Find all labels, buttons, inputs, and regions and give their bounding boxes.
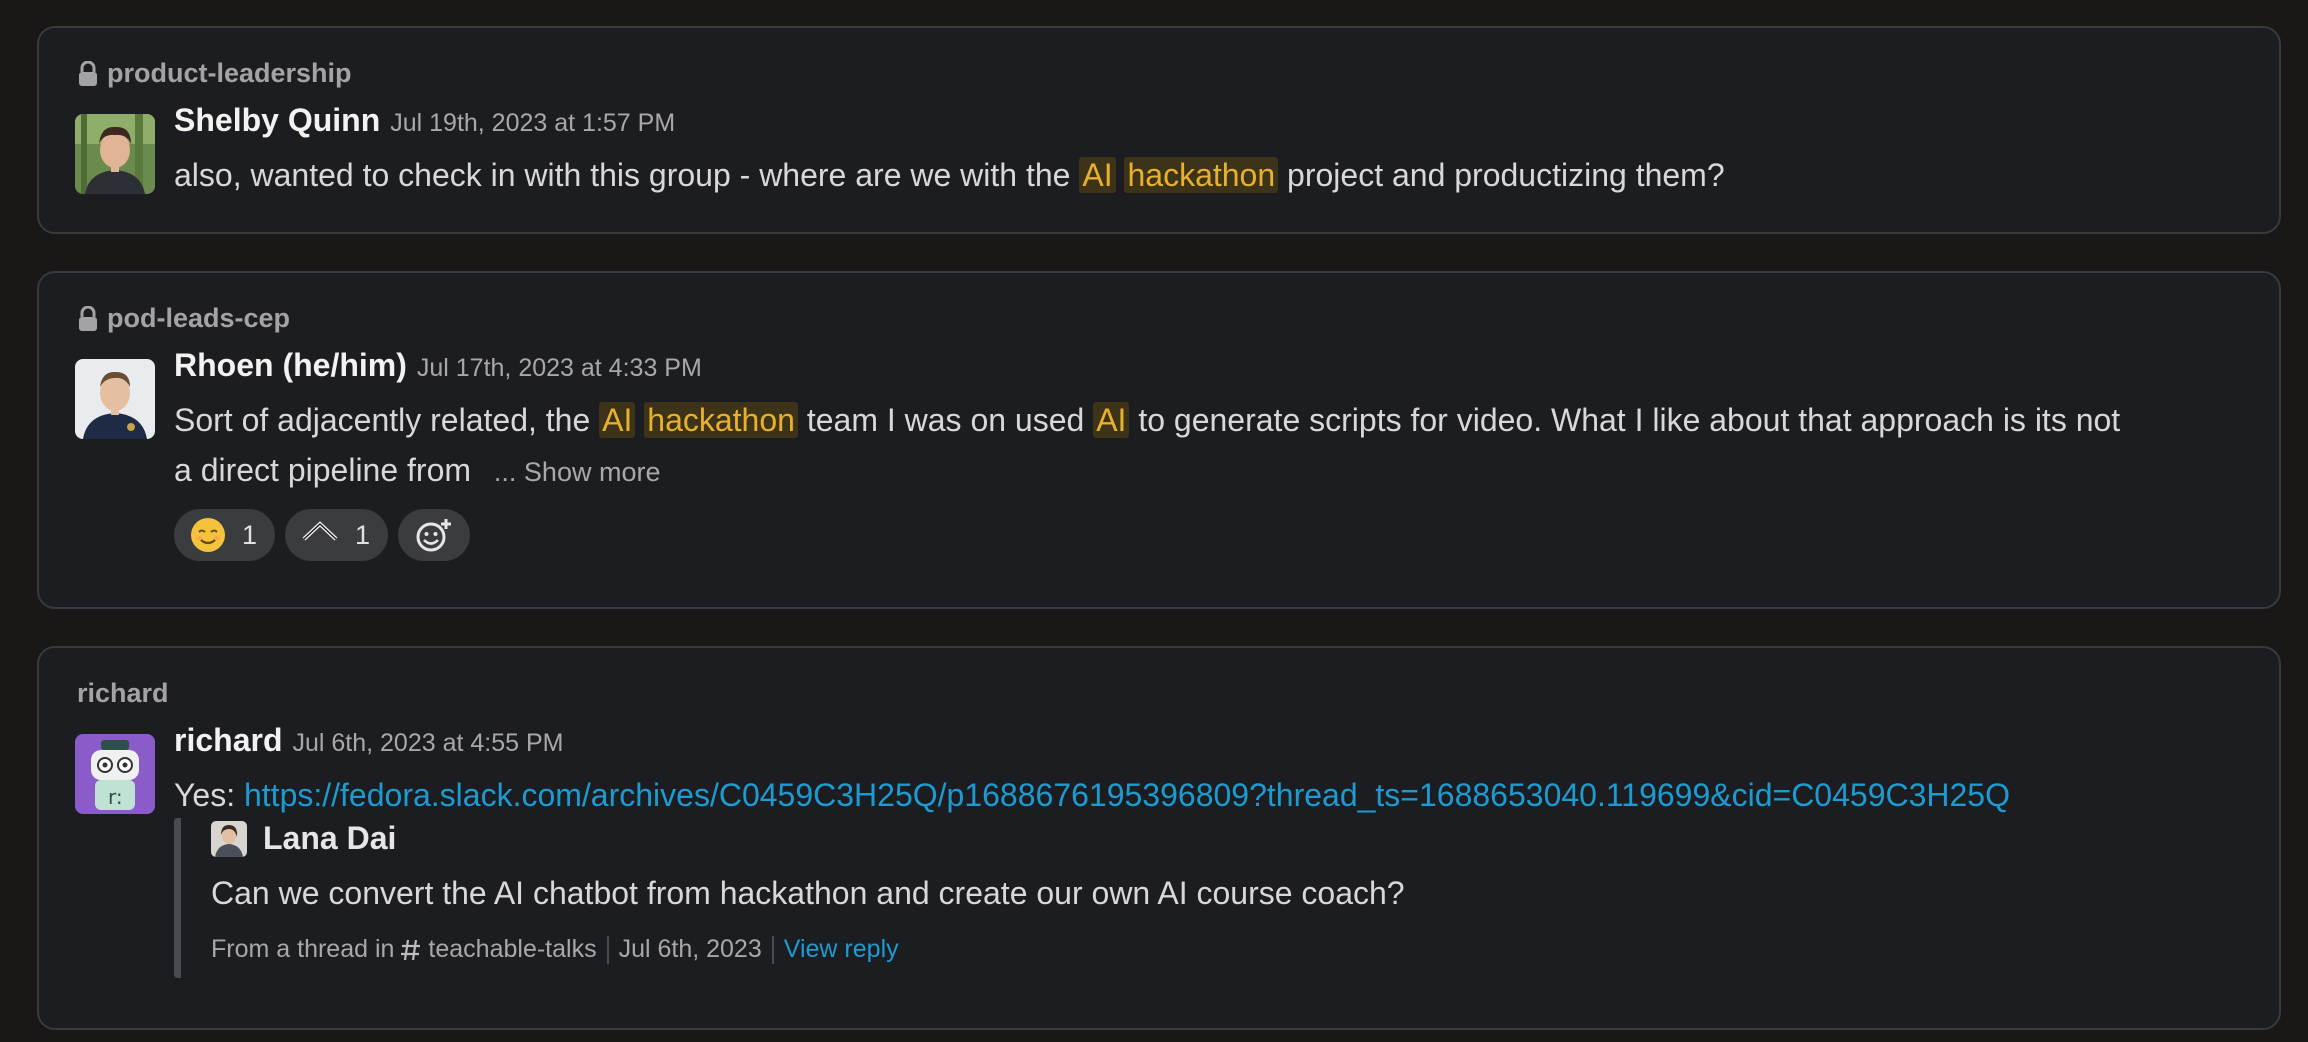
channel-name[interactable]: pod-leads-cep [77, 303, 290, 334]
message-text: Yes: https://fedora.slack.com/archives/C… [174, 777, 2010, 813]
reaction-count: 1 [355, 519, 371, 550]
add-emoji-icon [416, 519, 452, 552]
add-reaction-button[interactable] [398, 509, 471, 561]
message-text: Sort of adjacently related, the AI hacka… [174, 402, 2121, 438]
channel-label: richard [77, 678, 169, 708]
message-text-line-2: a direct pipeline from ... Show more [174, 452, 661, 488]
search-highlight: hackathon [644, 402, 798, 438]
lock-icon [79, 305, 97, 331]
show-more-link[interactable]: ... Show more [494, 457, 661, 487]
channel-label: product-leadership [107, 58, 352, 88]
timestamp[interactable]: Jul 17th, 2023 at 4:33 PM [417, 354, 702, 383]
search-highlight: hackathon [1124, 157, 1279, 193]
author-name[interactable]: Rhoen (he/him) [174, 347, 407, 384]
message-link[interactable]: https://fedora.slack.com/archives/C0459C… [244, 777, 2010, 813]
search-result-card[interactable]: pod-leads-cep Rhoen (he/him) Jul 17th, 2… [37, 271, 2281, 609]
search-highlight: AI [1079, 157, 1116, 193]
reactions-bar: 1 1 [174, 509, 471, 561]
channel-name[interactable]: richard [77, 678, 169, 709]
lock-icon [79, 60, 97, 86]
message-text: also, wanted to check in with this group… [174, 157, 1725, 193]
divider [771, 935, 774, 964]
author-name[interactable]: richard [174, 722, 282, 759]
divider [606, 935, 609, 964]
quote-author[interactable]: Lana Dai [263, 820, 396, 857]
quoted-message[interactable]: Lana Dai Can we convert the AI chatbot f… [174, 818, 2234, 978]
quote-avatar[interactable] [211, 820, 247, 857]
channel-label: pod-leads-cep [107, 303, 291, 333]
search-result-card[interactable]: product-leadership Shelby Quinn Jul 19th… [37, 26, 2281, 234]
avatar[interactable] [75, 359, 155, 439]
search-highlight: AI [1093, 402, 1130, 438]
thread-meta: From a thread in teachable-talks Jul 6th… [211, 935, 899, 964]
search-highlight: AI [599, 402, 636, 438]
avatar[interactable]: r: [75, 734, 155, 814]
thread-channel[interactable]: teachable-talks [428, 935, 596, 964]
avatar[interactable] [75, 114, 155, 194]
search-result-card[interactable]: richard r: richard Jul 6th, 2023 at 4:55… [37, 646, 2281, 1030]
svg-text:r:: r: [108, 785, 123, 809]
reaction-chevron-up[interactable]: 1 [285, 509, 389, 561]
reaction-relieved[interactable]: 1 [174, 509, 276, 561]
author-name[interactable]: Shelby Quinn [174, 102, 380, 139]
thread-date[interactable]: Jul 6th, 2023 [619, 935, 762, 964]
channel-name[interactable]: product-leadership [77, 58, 352, 89]
hash-icon [401, 939, 421, 960]
relieved-face-icon [191, 518, 225, 552]
quote-text: Can we convert the AI chatbot from hacka… [211, 875, 1405, 911]
chevron-up-icon [302, 521, 338, 541]
timestamp[interactable]: Jul 19th, 2023 at 1:57 PM [390, 109, 675, 138]
view-reply-link[interactable]: View reply [784, 935, 899, 964]
timestamp[interactable]: Jul 6th, 2023 at 4:55 PM [292, 729, 563, 758]
reaction-count: 1 [242, 519, 258, 550]
